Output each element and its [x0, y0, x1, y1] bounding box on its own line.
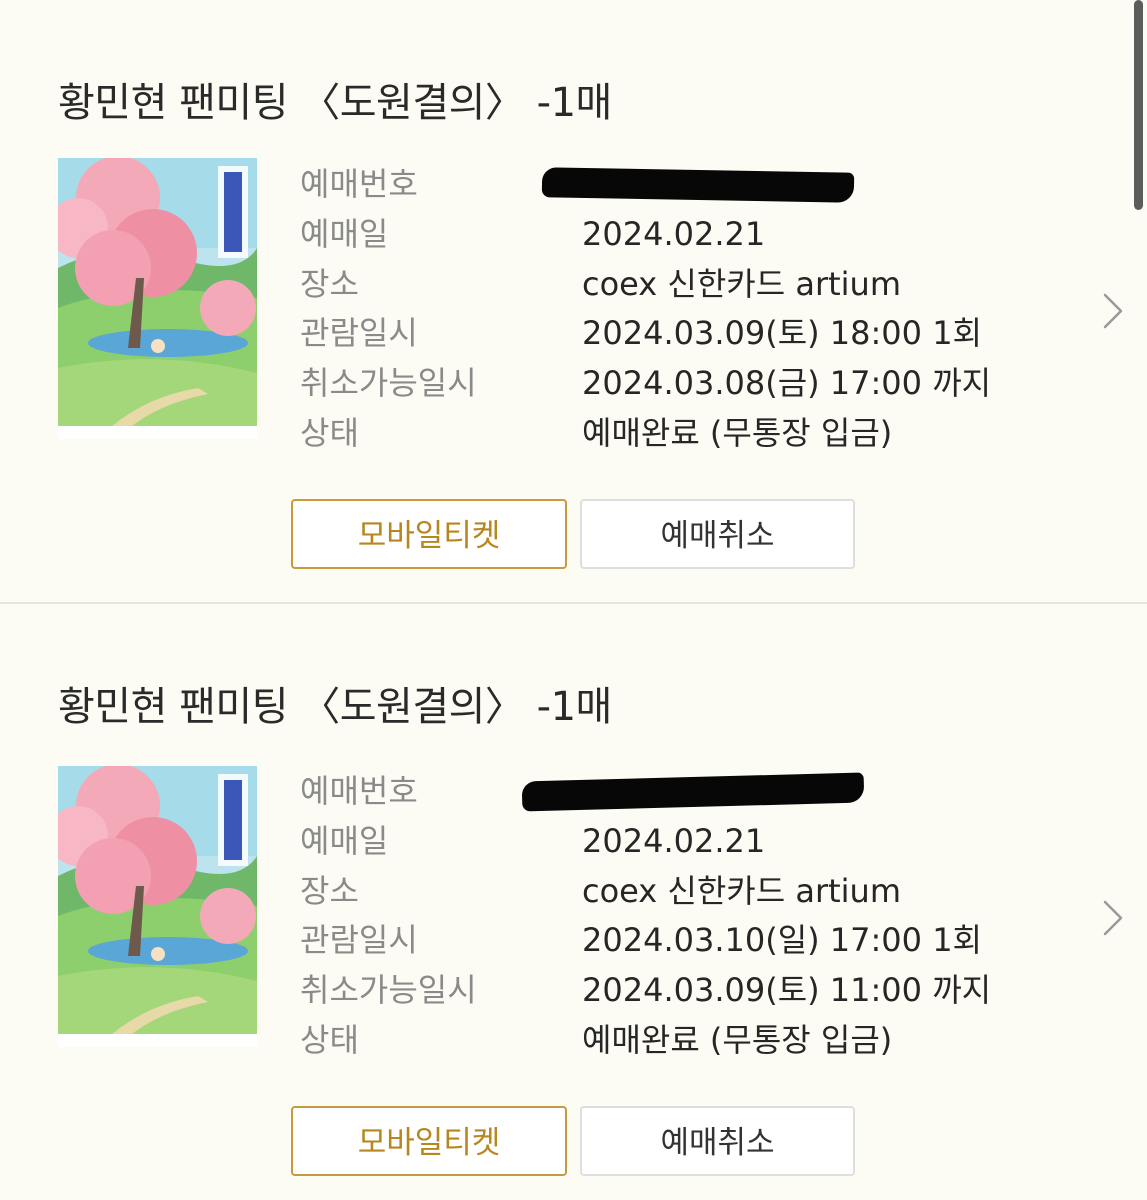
redaction-mark — [521, 772, 865, 812]
mobile-ticket-button[interactable]: 모바일티켓 — [291, 499, 567, 569]
info-row-cancel-deadline: 취소가능일시 2024.03.08(금) 17:00 까지 — [300, 359, 1080, 409]
venue-label: 장소 — [300, 871, 359, 910]
event-poster-image — [58, 158, 257, 439]
info-row-booking-date: 예매일 2024.02.21 — [300, 210, 1080, 260]
show-datetime-value: 2024.03.09(토) 18:00 1회 — [582, 314, 982, 353]
info-row-booking-number: 예매번호 — [300, 767, 1080, 817]
cancel-deadline-label: 취소가능일시 — [300, 364, 477, 403]
show-datetime-label: 관람일시 — [300, 921, 418, 960]
status-value: 예매완료 (무통장 입금) — [582, 413, 893, 452]
info-row-booking-number: 예매번호 — [300, 160, 1080, 210]
status-label: 상태 — [300, 413, 359, 452]
ticket-info: 예매번호 예매일 2024.02.21 장소 coex 신한카드 artium … — [300, 767, 1080, 1066]
ticket-title: 황민현 팬미팅 〈도원결의〉 -1매 — [58, 684, 612, 730]
booking-date-label: 예매일 — [300, 821, 389, 860]
info-row-show-datetime: 관람일시 2024.03.09(토) 18:00 1회 — [300, 309, 1080, 359]
venue-label: 장소 — [300, 264, 359, 303]
booking-date-value: 2024.02.21 — [582, 214, 766, 253]
redaction-mark — [541, 167, 855, 203]
status-value: 예매완료 (무통장 입금) — [582, 1020, 893, 1059]
info-row-venue: 장소 coex 신한카드 artium — [300, 260, 1080, 310]
info-row-booking-date: 예매일 2024.02.21 — [300, 817, 1080, 867]
booking-date-label: 예매일 — [300, 214, 389, 253]
info-row-status: 상태 예매완료 (무통장 입금) — [300, 409, 1080, 459]
show-datetime-label: 관람일시 — [300, 314, 418, 353]
cancel-booking-button[interactable]: 예매취소 — [580, 499, 855, 569]
info-row-cancel-deadline: 취소가능일시 2024.03.09(토) 11:00 까지 — [300, 966, 1080, 1016]
event-poster-image — [58, 766, 257, 1047]
ticket-info: 예매번호 예매일 2024.02.21 장소 coex 신한카드 artium … — [300, 160, 1080, 459]
venue-value: coex 신한카드 artium — [582, 264, 901, 303]
venue-value: coex 신한카드 artium — [582, 871, 901, 910]
show-datetime-value: 2024.03.10(일) 17:00 1회 — [582, 921, 982, 960]
chevron-right-icon[interactable] — [1097, 898, 1127, 938]
chevron-right-icon[interactable] — [1097, 291, 1127, 331]
cancel-deadline-label: 취소가능일시 — [300, 971, 477, 1010]
info-row-show-datetime: 관람일시 2024.03.10(일) 17:00 1회 — [300, 916, 1080, 966]
ticket-card[interactable]: 황민현 팬미팅 〈도원결의〉 -1매 예매번호 예매일 2024.02.21 장… — [0, 604, 1147, 1200]
booking-date-value: 2024.02.21 — [582, 821, 766, 860]
status-label: 상태 — [300, 1020, 359, 1059]
cancel-deadline-value: 2024.03.09(토) 11:00 까지 — [582, 971, 992, 1010]
ticket-title: 황민현 팬미팅 〈도원결의〉 -1매 — [58, 80, 612, 126]
ticket-card[interactable]: 황민현 팬미팅 〈도원결의〉 -1매 예매번호 예매일 2024.02.21 장… — [0, 0, 1147, 602]
mobile-ticket-button[interactable]: 모바일티켓 — [291, 1106, 567, 1176]
booking-number-label: 예매번호 — [300, 772, 418, 810]
cancel-deadline-value: 2024.03.08(금) 17:00 까지 — [582, 364, 992, 403]
info-row-venue: 장소 coex 신한카드 artium — [300, 867, 1080, 917]
info-row-status: 상태 예매완료 (무통장 입금) — [300, 1016, 1080, 1066]
booking-number-label: 예매번호 — [300, 165, 418, 203]
cancel-booking-button[interactable]: 예매취소 — [580, 1106, 855, 1176]
